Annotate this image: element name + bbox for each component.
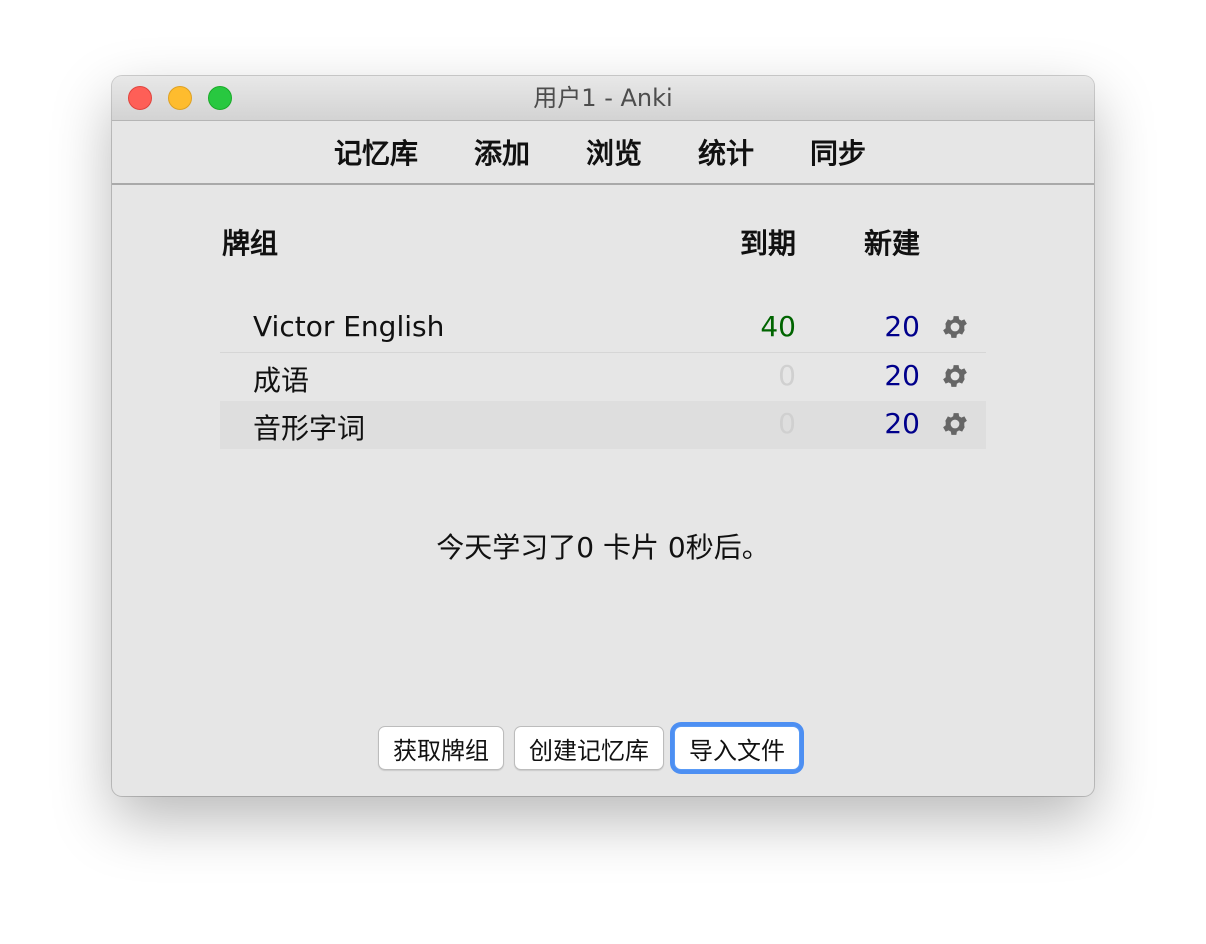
title-bar[interactable]: 用户1 - Anki	[112, 76, 1094, 121]
gear-icon[interactable]	[940, 409, 970, 439]
due-column-header: 到期	[739, 227, 796, 260]
new-column-header: 新建	[863, 227, 920, 260]
due-count: 0	[778, 407, 796, 440]
deck-name-link[interactable]: Victor English	[253, 310, 444, 343]
due-count: 0	[778, 359, 796, 392]
deck-name-link[interactable]: 音形字词	[253, 407, 365, 447]
main-toolbar: 记忆库 添加 浏览 统计 同步	[112, 121, 1094, 185]
due-count: 40	[760, 310, 796, 343]
deck-name-link[interactable]: 成语	[253, 359, 309, 399]
toolbar-sync[interactable]: 同步	[810, 132, 866, 172]
deck-row-current: 音形字词 0 20	[220, 401, 986, 449]
toolbar-decks[interactable]: 记忆库	[334, 132, 418, 172]
anki-main-window: 用户1 - Anki 记忆库 添加 浏览 统计 同步 牌组 到期 新建 Vict…	[112, 76, 1094, 796]
toolbar-stats[interactable]: 统计	[698, 132, 754, 172]
gear-icon[interactable]	[940, 361, 970, 391]
new-count: 20	[884, 359, 920, 392]
deck-row: 成语 0 20	[220, 353, 986, 401]
toolbar-add[interactable]: 添加	[474, 132, 530, 172]
get-shared-decks-button[interactable]: 获取牌组	[378, 726, 504, 770]
deck-list-header: 牌组 到期 新建	[220, 216, 986, 266]
studied-today-text: 今天学习了0 卡片 0秒后。	[436, 531, 770, 564]
window-title: 用户1 - Anki	[533, 84, 673, 112]
new-count: 20	[884, 310, 920, 343]
gear-icon[interactable]	[940, 312, 970, 342]
create-deck-button[interactable]: 创建记忆库	[514, 726, 664, 770]
import-file-button[interactable]: 导入文件	[674, 726, 800, 770]
deck-column-header: 牌组	[222, 227, 279, 260]
deck-list: 牌组 到期 新建 Victor English 40 20 成语 0 20 音形…	[220, 216, 986, 449]
deck-rows: Victor English 40 20 成语 0 20 音形字词 0 20	[220, 304, 986, 449]
new-count: 20	[884, 407, 920, 440]
bottom-button-bar: 获取牌组 创建记忆库 导入文件	[378, 726, 800, 770]
deck-row: Victor English 40 20	[220, 304, 986, 353]
toolbar-browse[interactable]: 浏览	[586, 132, 642, 172]
